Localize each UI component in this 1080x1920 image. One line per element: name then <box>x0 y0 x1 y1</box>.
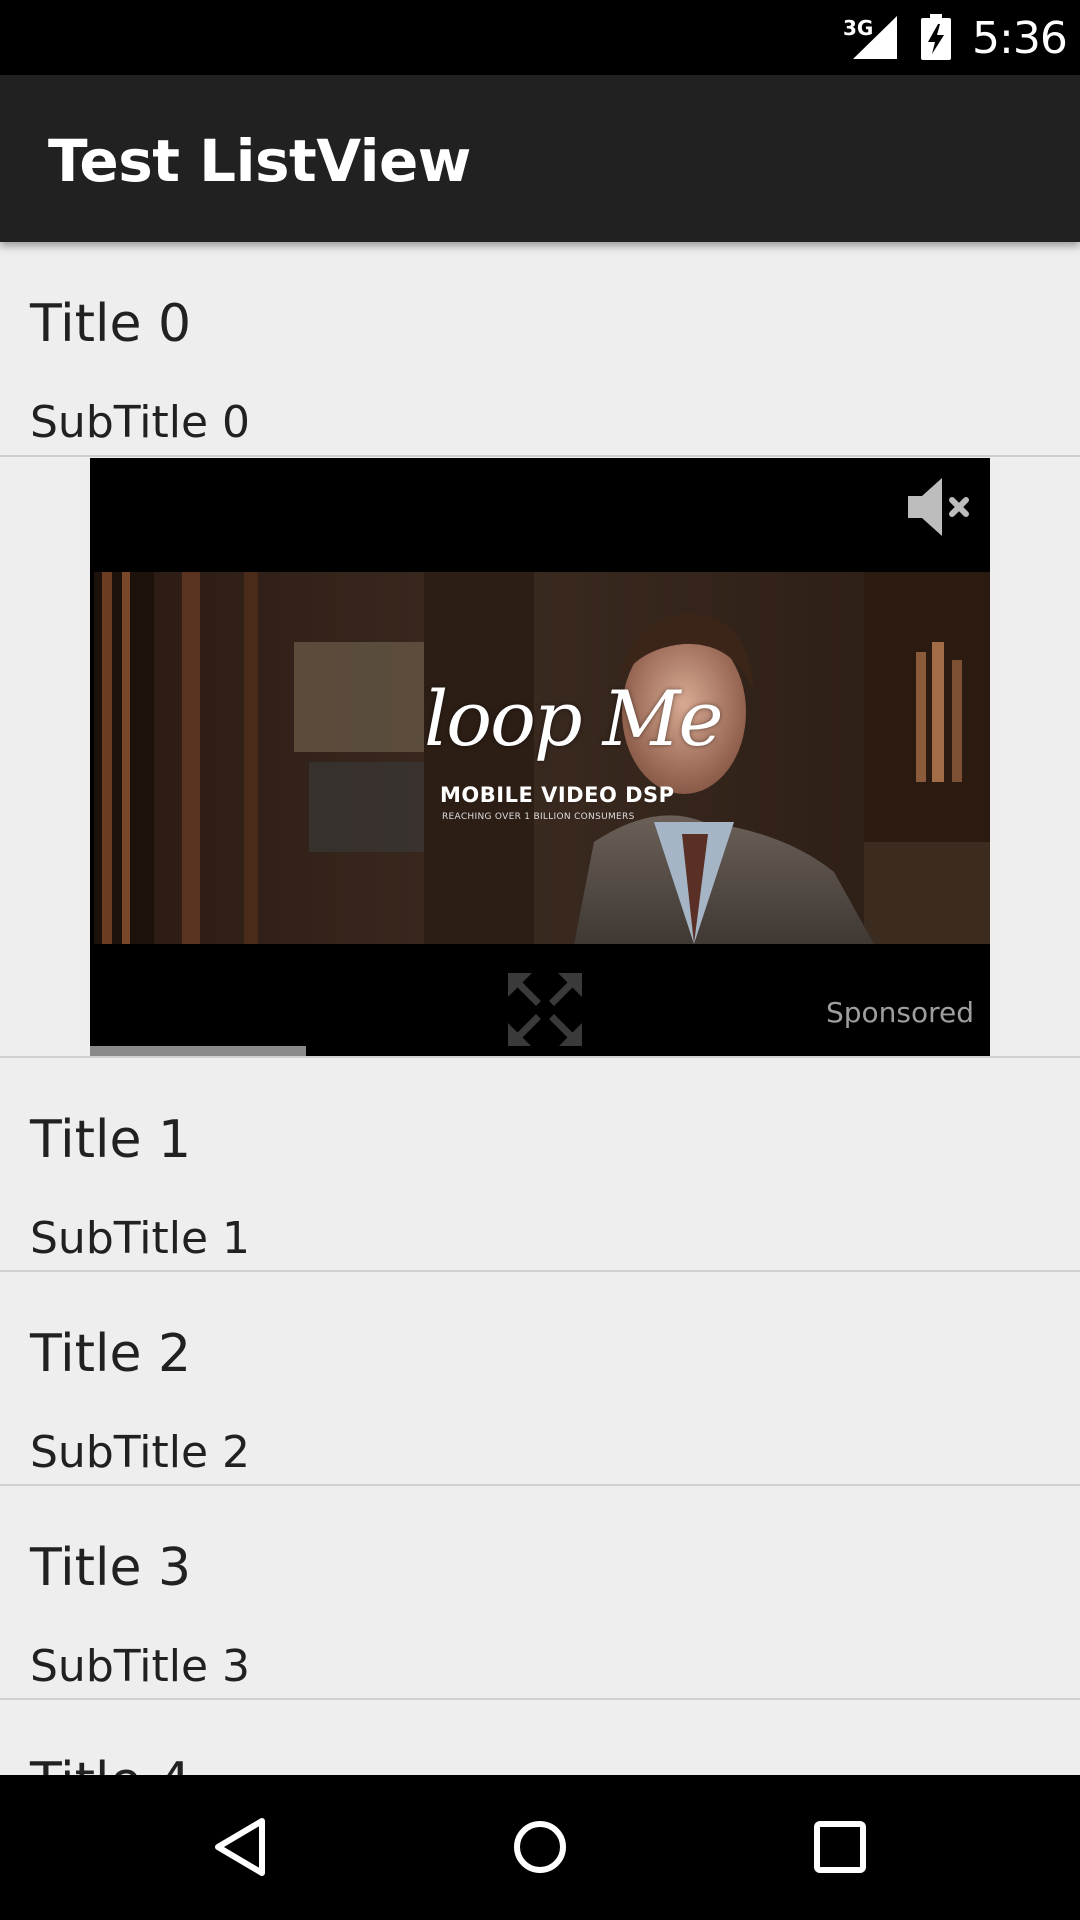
list-item-subtitle: SubTitle 3 <box>30 1641 251 1692</box>
list-item-subtitle: SubTitle 1 <box>30 1213 251 1264</box>
list-item[interactable]: Title 2 SubTitle 2 <box>0 1272 1080 1486</box>
home-circle-icon[interactable] <box>500 1807 580 1887</box>
ad-subtagline: REACHING OVER 1 BILLION CONSUMERS <box>442 812 635 822</box>
list-item-title: Title 3 <box>30 1538 192 1598</box>
app-bar: Test ListView <box>0 75 1080 242</box>
list-item-subtitle: SubTitle 0 <box>30 397 251 448</box>
list-item[interactable]: Title 4 <box>0 1700 1080 1775</box>
video-progress-bar <box>90 1046 990 1056</box>
ad-tagline: MOBILE VIDEO DSP <box>440 783 675 807</box>
ad-list-item: loop Me MOBILE VIDEO DSP REACHING OVER 1… <box>0 457 1080 1058</box>
list-item-title: Title 1 <box>30 1110 192 1170</box>
list-view[interactable]: Title 0 SubTitle 0 loop Me MOBILE VIDEO … <box>0 242 1080 1775</box>
list-item[interactable]: Title 1 SubTitle 1 <box>0 1058 1080 1272</box>
video-progress-fill <box>90 1046 306 1056</box>
sponsored-label: Sponsored <box>825 996 974 1029</box>
list-item-title: Title 0 <box>30 294 192 354</box>
status-bar: 3G 5:36 <box>0 0 1080 75</box>
clock: 5:36 <box>972 13 1068 64</box>
navigation-bar <box>0 1775 1080 1920</box>
back-triangle-icon[interactable] <box>200 1807 280 1887</box>
screen: 3G 5:36 Test ListView Title 0 SubTitle 0 <box>0 0 1080 1920</box>
list-item-subtitle: SubTitle 2 <box>30 1427 251 1478</box>
video-frame[interactable]: loop Me MOBILE VIDEO DSP REACHING OVER 1… <box>94 572 990 944</box>
battery-charging-icon <box>921 14 951 60</box>
fullscreen-expand-icon[interactable] <box>508 973 582 1047</box>
app-title: Test ListView <box>48 127 471 195</box>
list-item-title: Title 2 <box>30 1324 192 1384</box>
list-item[interactable]: Title 3 SubTitle 3 <box>0 1486 1080 1700</box>
video-ad-player[interactable]: loop Me MOBILE VIDEO DSP REACHING OVER 1… <box>90 458 990 1056</box>
list-item-title: Title 4 <box>30 1752 191 1775</box>
mute-icon[interactable] <box>906 474 976 540</box>
list-item[interactable]: Title 0 SubTitle 0 <box>0 242 1080 457</box>
loopme-logo-text: loop Me <box>424 674 723 763</box>
recents-square-icon[interactable] <box>800 1807 880 1887</box>
cell-signal-icon <box>853 16 897 59</box>
